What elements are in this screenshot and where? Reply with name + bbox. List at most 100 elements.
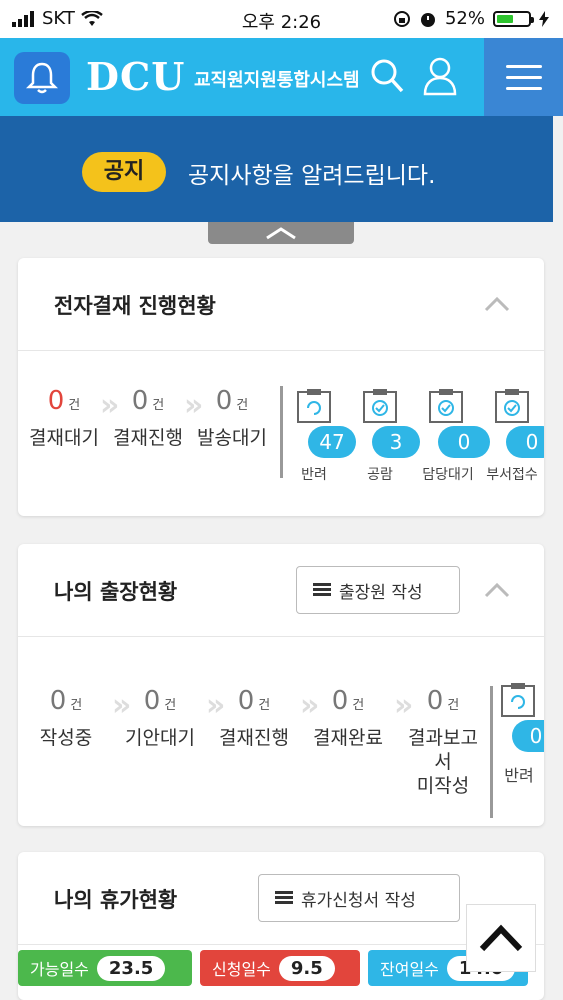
clipboard-refresh-icon [501, 683, 535, 717]
step-label: 발송대기 [197, 427, 267, 449]
step-draft-waiting[interactable]: 0건 기안대기 [118, 686, 202, 750]
chevron-up-icon [479, 924, 523, 952]
battery-fill [497, 14, 513, 23]
step-count: 0 [47, 386, 65, 416]
battery-icon [493, 10, 534, 27]
divider [280, 386, 283, 478]
step-label: 기안대기 [125, 727, 195, 749]
stat-value: 9.5 [278, 955, 335, 981]
clipboard-check-icon [429, 389, 463, 423]
assignee-waiting-count[interactable]: 0 [438, 426, 490, 458]
dcu-logo: DCU [86, 54, 186, 99]
write-trip-button[interactable]: 출장원 작성 [296, 566, 460, 614]
returned-label: 반려 [301, 467, 327, 483]
notice-badge: 공지 [82, 152, 166, 192]
step-label: 결재완료 [313, 727, 383, 749]
clipboard-check-icon [495, 389, 529, 423]
step-label: 미작성 [416, 775, 470, 797]
stat-label: 가능일수 [30, 960, 89, 979]
step-completed[interactable]: 0건 결재완료 [306, 686, 390, 750]
returned-count[interactable]: 47 [308, 426, 356, 458]
list-icon [275, 891, 293, 905]
step-drafting[interactable]: 0건 작성중 [28, 686, 104, 750]
rotation-lock-icon [393, 10, 410, 27]
alarm-icon [420, 12, 435, 27]
step-count: 0 [331, 686, 349, 716]
button-label: 출장원 작성 [339, 582, 423, 603]
menu-bar [505, 64, 542, 68]
chevron-up-icon [266, 227, 296, 240]
stat-label: 신청일수 [212, 960, 271, 979]
requested-days-badge: 신청일수 9.5 [200, 950, 360, 986]
battery-percent: 52% [444, 8, 485, 29]
step-report-missing[interactable]: 0건 결과보고 서 미작성 [400, 686, 486, 798]
search-icon [371, 59, 404, 93]
step-count: 0 [215, 386, 233, 416]
step-unit: 건 [236, 398, 249, 413]
step-unit: 건 [152, 398, 165, 413]
dept-receipt-label: 부서접수 [486, 467, 538, 483]
step-label: 서 [434, 751, 452, 773]
clipboard-refresh-icon [297, 389, 331, 423]
clipboard-check-icon [363, 389, 397, 423]
search-button[interactable] [368, 54, 408, 98]
step-unit: 건 [352, 698, 365, 713]
business-trip-card: 나의 출장현황 출장원 작성 0건 작성중 » 0건 기안대기 » 0건 결재진… [18, 544, 544, 826]
step-count: 0 [237, 686, 255, 716]
trip-returned-count[interactable]: 0 [512, 720, 544, 752]
step-in-progress[interactable]: 0건 결재진행 [212, 686, 296, 750]
app-header: DCU 교직원지원통합시스템 [0, 38, 563, 116]
step-count: 0 [426, 686, 444, 716]
hamburger-menu-button[interactable] [484, 38, 563, 116]
trip-returned-label: 반려 [504, 766, 534, 785]
card-title: 나의 출장현황 [54, 580, 178, 604]
assignee-waiting-label: 담당대기 [422, 467, 474, 483]
divider [490, 686, 493, 818]
step-waiting[interactable]: 0건 결재대기 [24, 386, 104, 450]
card-header: 전자결재 진행현황 [18, 258, 544, 351]
step-in-progress[interactable]: 0건 결재진행 [108, 386, 188, 450]
chevron-up-icon[interactable] [484, 296, 510, 312]
step-unit: 건 [447, 698, 460, 713]
step-count: 0 [49, 686, 67, 716]
notice-banner[interactable]: 공지 공지사항을 알려드립니다. [0, 116, 553, 222]
step-unit: 건 [258, 698, 271, 713]
circulation-label: 공람 [367, 467, 393, 483]
status-right: 52% [393, 8, 549, 29]
scroll-to-top-button[interactable] [466, 904, 536, 972]
approval-status-card: 전자결재 진행현황 0건 결재대기 » 0건 결재진행 » 0건 발송대기 47… [18, 258, 544, 516]
step-label: 결재대기 [29, 427, 99, 449]
step-label: 작성중 [39, 727, 93, 749]
user-icon [423, 57, 457, 96]
collapse-notice-button[interactable] [208, 222, 354, 244]
step-label: 결재진행 [219, 727, 289, 749]
stat-value: 23.5 [96, 955, 166, 981]
step-label: 결과보고 [408, 727, 478, 749]
notification-button[interactable] [14, 52, 70, 104]
card-title: 나의 휴가현황 [54, 888, 178, 912]
menu-bar [505, 86, 542, 90]
card-header: 나의 출장현황 출장원 작성 [18, 544, 544, 637]
dept-receipt-count[interactable]: 0 [506, 426, 544, 458]
button-label: 휴가신청서 작성 [301, 890, 416, 911]
write-vacation-button[interactable]: 휴가신청서 작성 [258, 874, 460, 922]
menu-bar [505, 75, 542, 79]
list-icon [313, 583, 331, 597]
step-send-waiting[interactable]: 0건 발송대기 [192, 386, 272, 450]
user-button[interactable] [420, 54, 460, 98]
step-count: 0 [131, 386, 149, 416]
stat-label: 잔여일수 [380, 960, 439, 979]
step-unit: 건 [164, 698, 177, 713]
circulation-count[interactable]: 3 [372, 426, 420, 458]
available-days-badge: 가능일수 23.5 [18, 950, 192, 986]
card-title: 전자결재 진행현황 [54, 294, 216, 318]
step-count: 0 [143, 686, 161, 716]
status-bar: SKT 오후 2:26 52% [0, 0, 563, 38]
notice-text: 공지사항을 알려드립니다. [188, 163, 436, 189]
charging-icon [539, 10, 549, 27]
header-subtitle: 교직원지원통합시스템 [194, 70, 360, 91]
step-unit: 건 [68, 398, 81, 413]
chevron-up-icon[interactable] [484, 582, 510, 598]
step-unit: 건 [70, 698, 83, 713]
bell-icon [26, 62, 58, 94]
